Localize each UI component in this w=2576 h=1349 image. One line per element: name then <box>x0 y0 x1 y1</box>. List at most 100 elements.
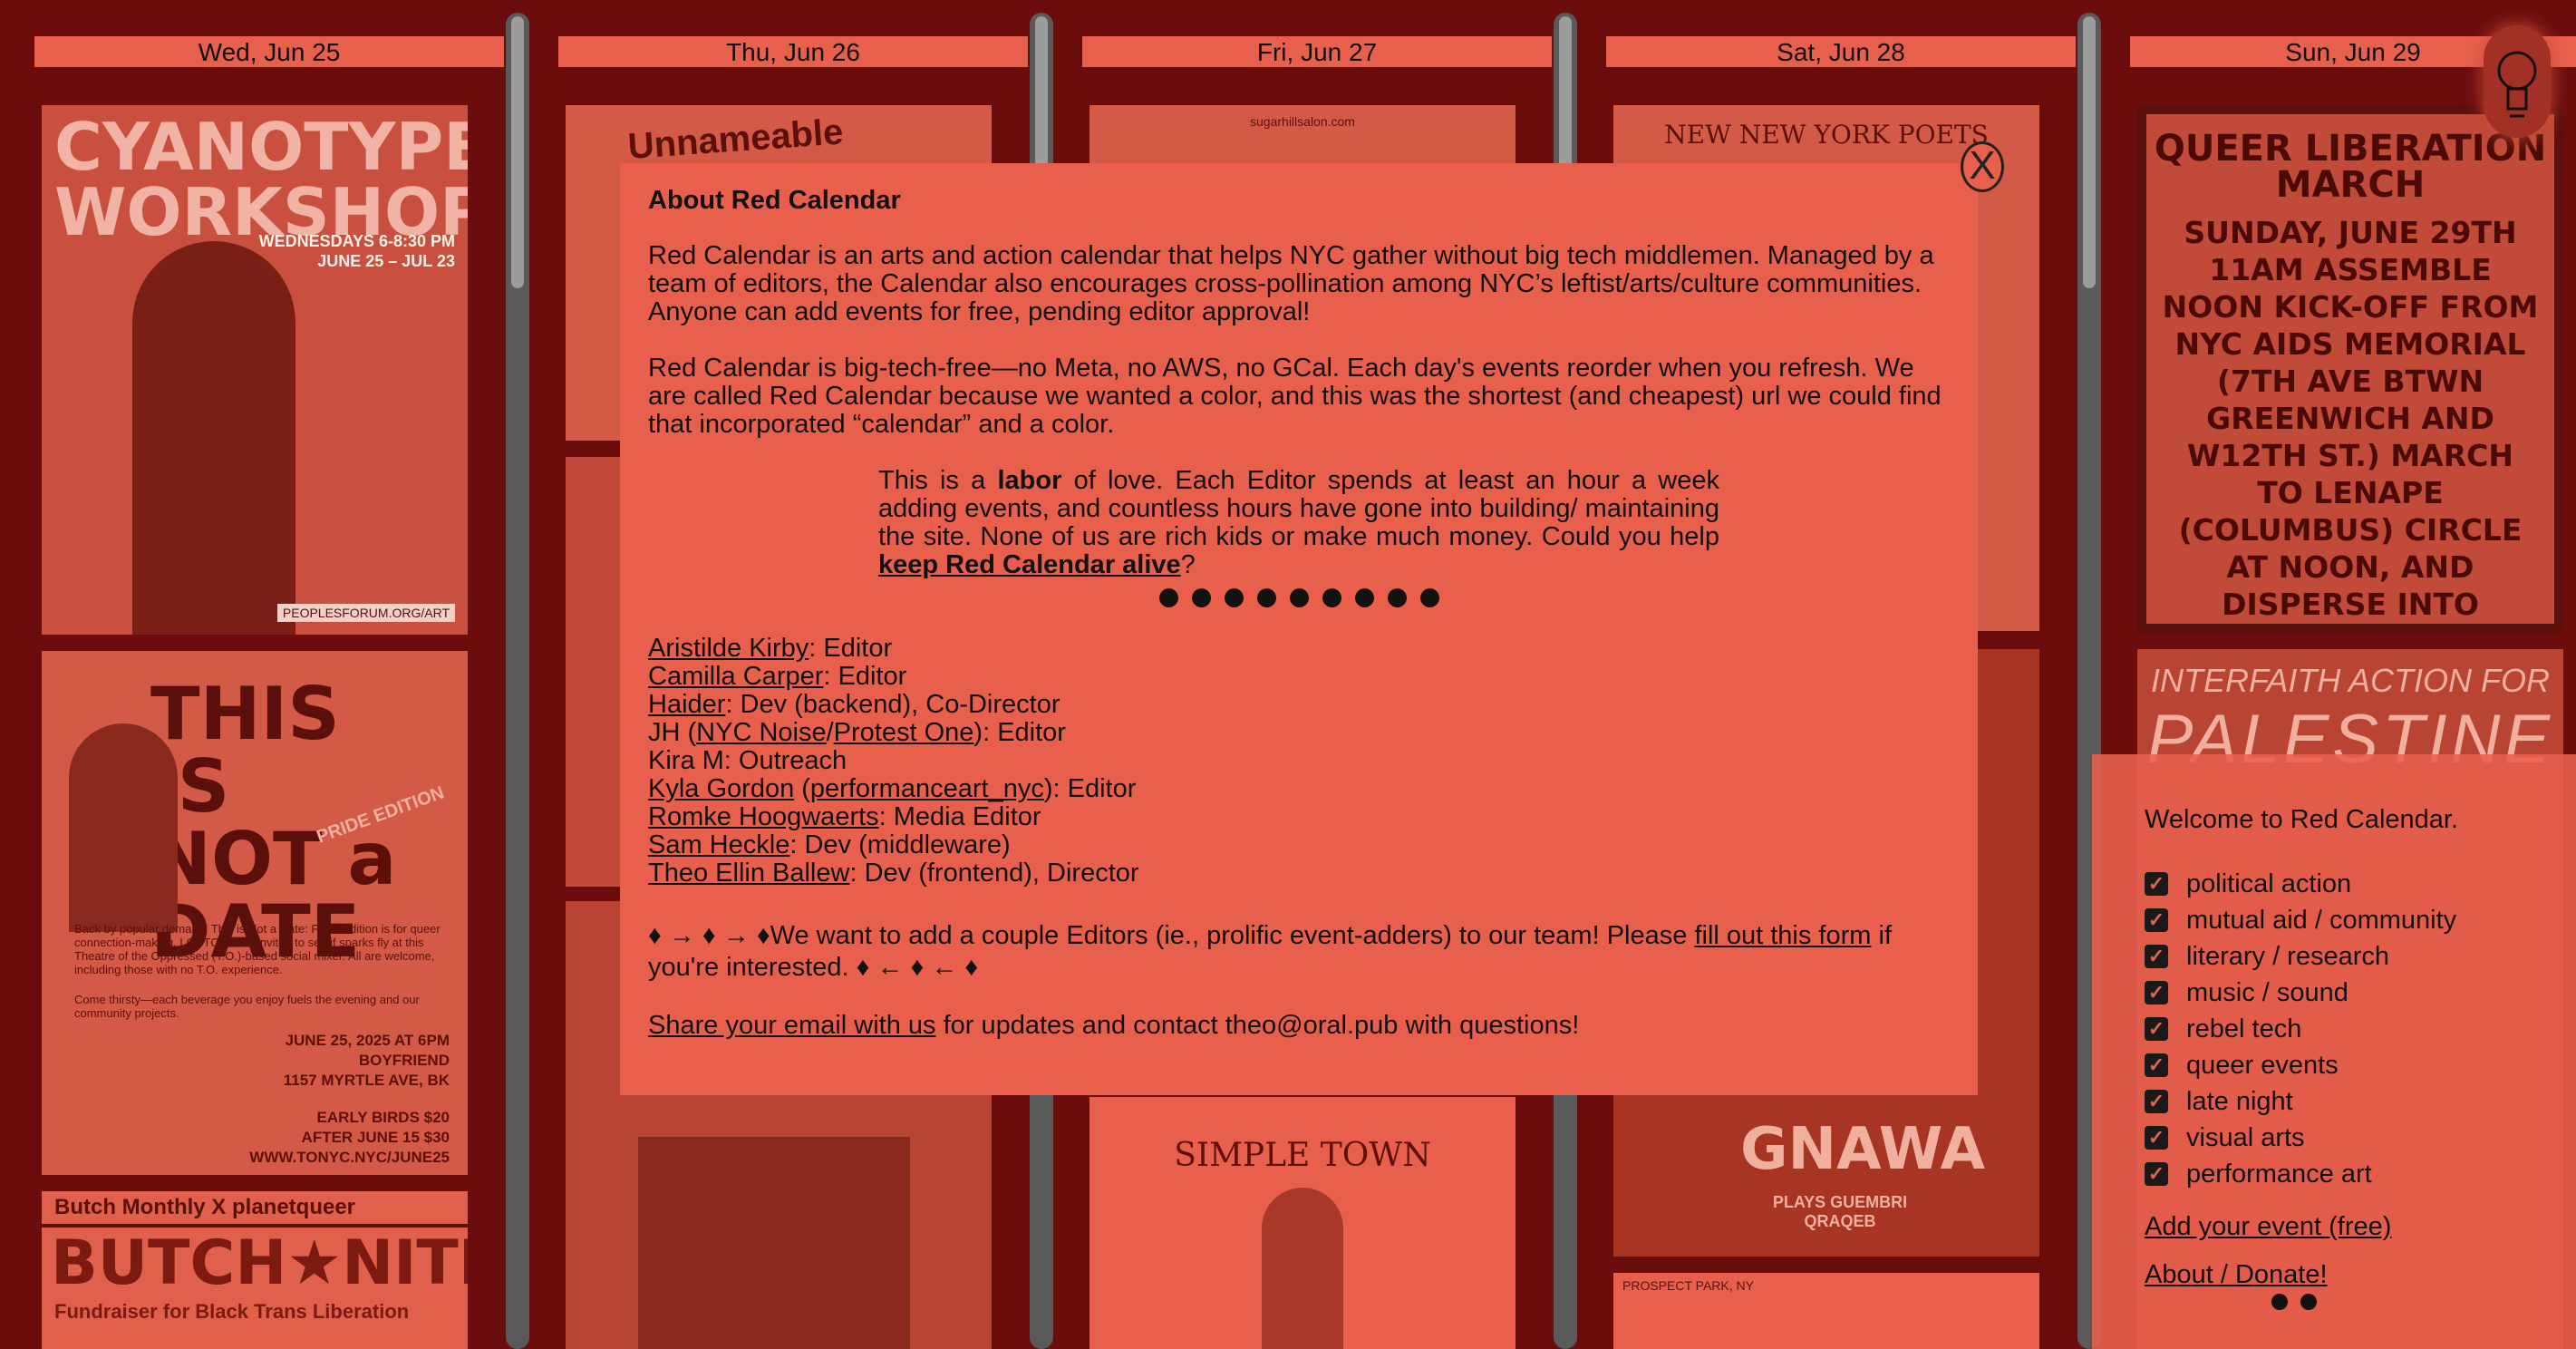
event-poster-simple-town[interactable]: SIMPLE TOWN <box>1089 1097 1516 1349</box>
poster-figure <box>132 241 295 635</box>
poster-url: PEOPLESFORUM.ORG/ART <box>276 604 455 622</box>
about-donate-link[interactable]: About / Donate! <box>2145 1260 2523 1290</box>
day-header: Fri, Jun 27 <box>1082 36 1552 67</box>
welcome-text: Welcome to Red Calendar. <box>2145 805 2459 834</box>
lightbulb-icon <box>2497 51 2537 118</box>
team-member: Kira M: Outreach <box>648 746 847 775</box>
poster-sub: PLAYS GUEMBRI QRAQEB <box>1772 1193 1908 1230</box>
close-modal-button[interactable]: X <box>1961 141 2004 192</box>
poster-date: JUNE 25, 2025 AT 6PM <box>285 1032 450 1049</box>
add-event-link[interactable]: Add your event (free) <box>2145 1212 2523 1242</box>
member-link[interactable]: Camilla Carper <box>648 662 823 691</box>
scrollbar-wed[interactable] <box>506 13 529 1349</box>
poster-range: JUNE 25 – JUL 23 <box>317 252 455 270</box>
team-member: Aristilde Kirby: Editor <box>648 634 893 663</box>
checkbox[interactable]: ✓ <box>2145 1053 2168 1077</box>
team-member: Sam Heckle: Dev (middleware) <box>648 830 1011 859</box>
filter-item[interactable]: ✓ political action <box>2145 866 2523 902</box>
poster-sub: Fundraiser for Black Trans Liberation <box>54 1300 410 1323</box>
poster-top: Butch Monthly X planetqueer <box>42 1191 468 1228</box>
filter-item[interactable]: ✓ performance art <box>2145 1156 2523 1192</box>
poster-text: PROSPECT PARK, NY <box>1622 1278 1754 1293</box>
progress-dots <box>648 588 1950 607</box>
poster-title: GNAWA <box>1740 1116 1985 1183</box>
poster-image <box>638 1137 910 1349</box>
labor-text-pre: This is a <box>878 466 998 495</box>
filter-label: visual arts <box>2186 1122 2305 1152</box>
poster-person <box>69 723 178 932</box>
labor-bold: labor <box>997 466 1062 495</box>
labor-paragraph: This is a labor of love. Each Editor spe… <box>878 467 1719 579</box>
poster-early: EARLY BIRDS $20 <box>316 1109 450 1126</box>
day-header: Wed, Jun 25 <box>34 36 504 67</box>
filter-label: mutual aid / community <box>2186 905 2457 935</box>
filter-panel: Welcome to Red Calendar. ✓ political acti… <box>2092 754 2576 1349</box>
poster-dates: WEDNESDAYS 6-8:30 PM <box>258 232 455 250</box>
filter-item[interactable]: ✓ visual arts <box>2145 1120 2523 1156</box>
member-link[interactable]: Theo Ellin Ballew <box>648 859 849 888</box>
checkbox[interactable]: ✓ <box>2145 1090 2168 1113</box>
share-email-link[interactable]: Share your email with us <box>648 1011 936 1040</box>
poster-title: SIMPLE TOWN <box>1174 1137 1431 1174</box>
poster-url: sugarhillsalon.com <box>1250 114 1355 129</box>
nyc-noise-link[interactable]: NYC Noise <box>696 718 826 747</box>
checkbox[interactable]: ✓ <box>2145 872 2168 896</box>
event-poster-prospect-park[interactable]: PROSPECT PARK, NY <box>1613 1273 2039 1349</box>
filter-label: performance art <box>2186 1159 2372 1189</box>
checkbox[interactable]: ✓ <box>2145 981 2168 1004</box>
checkbox[interactable]: ✓ <box>2145 945 2168 968</box>
about-modal: About Red Calendar Red Calendar is an ar… <box>620 163 1978 1095</box>
category-filters: ✓ political action ✓ mutual aid / community… <box>2145 866 2523 1192</box>
checkbox[interactable]: ✓ <box>2145 1017 2168 1041</box>
scroll-thumb[interactable] <box>511 16 524 288</box>
scroll-thumb[interactable] <box>2083 16 2096 288</box>
team-member: Romke Hoogwaerts: Media Editor <box>648 802 1041 831</box>
member-link[interactable]: Aristilde Kirby <box>648 634 809 663</box>
email-paragraph: Share your email with us for updates and… <box>648 1011 1580 1040</box>
member-link[interactable]: Kyla Gordon <box>648 774 794 803</box>
checkbox[interactable]: ✓ <box>2145 908 2168 932</box>
poster-figure <box>1262 1188 1343 1349</box>
team-member: Haider: Dev (backend), Co-Director <box>648 690 1060 719</box>
member-link[interactable]: Romke Hoogwaerts <box>648 802 879 831</box>
team-list: Aristilde Kirby: Editor Camilla Carper: … <box>648 635 1950 888</box>
modal-title: About Red Calendar <box>648 186 901 215</box>
loading-dots <box>2271 1294 2523 1310</box>
member-link[interactable]: Haider <box>648 690 725 719</box>
poster-venue: BOYFRIEND <box>358 1052 450 1069</box>
checkbox[interactable]: ✓ <box>2145 1126 2168 1150</box>
poster-address: 1157 MYRTLE AVE, BK <box>283 1072 450 1089</box>
protest-one-link[interactable]: Protest One <box>834 718 974 747</box>
team-member-jh: JH (NYC Noise/Protest One): Editor <box>648 718 1066 747</box>
filter-label: queer events <box>2186 1050 2339 1080</box>
about-paragraph-1: Red Calendar is an arts and action calen… <box>648 241 1934 326</box>
filter-item[interactable]: ✓ queer events <box>2145 1047 2523 1083</box>
day-column-wed: Wed, Jun 25 CYANOTYPE WORKSHOP WEDNESDAY… <box>34 0 529 1349</box>
team-member: Kyla Gordon (performanceart_nyc): Editor <box>648 774 1137 803</box>
labor-text-end: ? <box>1180 550 1196 579</box>
filter-item[interactable]: ✓ late night <box>2145 1083 2523 1120</box>
lightbulb-logo-icon[interactable] <box>2484 25 2551 138</box>
about-paragraph-2: Red Calendar is big-tech-free—no Meta, n… <box>648 354 1942 439</box>
event-poster-not-a-date[interactable]: THIS IS NOT a DATE PRIDE EDITION Back by… <box>42 651 468 1175</box>
checkbox[interactable]: ✓ <box>2145 1162 2168 1186</box>
poster-web: WWW.TONYC.NYC/JUNE25 <box>249 1149 450 1166</box>
filter-label: literary / research <box>2186 941 2390 971</box>
member-extra-link[interactable]: performanceart_nyc <box>810 774 1044 803</box>
event-poster-queer-liberation[interactable]: QUEER LIBERATION MARCH SUNDAY, JUNE 29TH… <box>2137 105 2563 633</box>
recruit-paragraph: ♦ → ♦ → ♦We want to add a couple Editors… <box>648 921 1892 982</box>
filter-item[interactable]: ✓ literary / research <box>2145 938 2523 975</box>
filter-item[interactable]: ✓ music / sound <box>2145 975 2523 1011</box>
filter-item[interactable]: ✓ rebel tech <box>2145 1011 2523 1047</box>
fill-form-link[interactable]: fill out this form <box>1694 921 1871 950</box>
event-poster-cyanotype[interactable]: CYANOTYPE WORKSHOP WEDNESDAYS 6-8:30 PM … <box>42 105 468 635</box>
keep-alive-link[interactable]: keep Red Calendar alive <box>878 550 1181 579</box>
event-poster-butch-nite-out[interactable]: Butch Monthly X planetqueer BUTCH★NITE★O… <box>42 1191 468 1349</box>
filter-label: rebel tech <box>2186 1014 2302 1043</box>
filter-item[interactable]: ✓ mutual aid / community <box>2145 902 2523 938</box>
team-member: Camilla Carper: Editor <box>648 662 907 691</box>
member-link[interactable]: Sam Heckle <box>648 830 789 859</box>
poster-body: SUNDAY, JUNE 29TH 11AM ASSEMBLE NOON KIC… <box>2162 215 2539 622</box>
filter-label: late night <box>2186 1086 2293 1116</box>
day-header: Sat, Jun 28 <box>1606 36 2076 67</box>
